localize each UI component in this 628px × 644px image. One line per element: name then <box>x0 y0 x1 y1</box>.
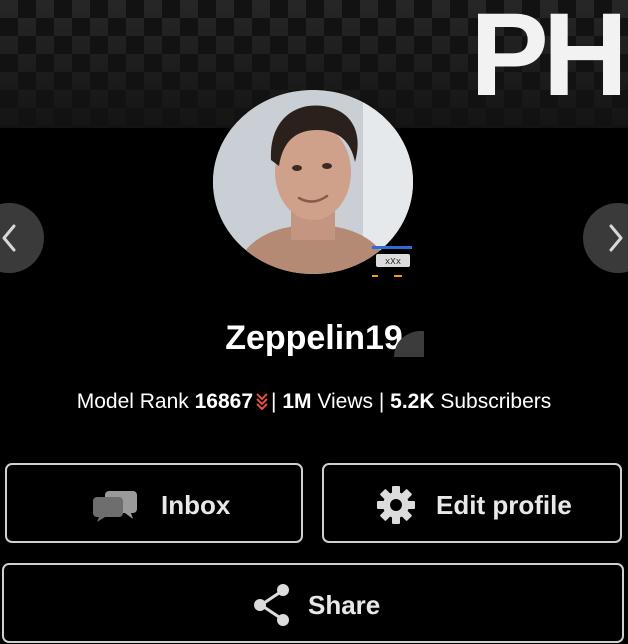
banner-logo: PH <box>470 0 628 121</box>
next-button[interactable] <box>583 203 628 273</box>
chat-bubbles-icon <box>93 491 137 522</box>
subscribers-value: 5.2K <box>390 390 435 413</box>
inbox-label: Inbox <box>161 490 231 520</box>
share-button[interactable]: Share <box>2 563 624 643</box>
username-row: Zeppelin19 <box>0 318 628 358</box>
inbox-button[interactable]: Inbox <box>5 463 303 543</box>
username: Zeppelin19 <box>225 319 403 357</box>
share-icon <box>254 584 289 626</box>
svg-text:xXx: xXx <box>385 257 401 267</box>
profile-stats: Model Rank 16867 | 1M Views | 5.2K Subsc… <box>0 389 628 415</box>
previous-button[interactable] <box>0 203 44 273</box>
rank-value: 16867 <box>194 390 254 413</box>
stats-separator: | <box>378 390 385 413</box>
gear-icon <box>377 486 415 524</box>
views-label: Views <box>317 390 374 413</box>
verified-badge-icon <box>394 331 424 357</box>
chevron-left-icon <box>2 224 16 252</box>
model-badge-icon: xXx <box>372 246 412 277</box>
views-value: 1M <box>282 390 312 413</box>
rank-label: Model Rank <box>76 390 189 413</box>
edit-profile-label: Edit profile <box>436 490 572 520</box>
chevron-right-icon <box>609 224 623 252</box>
share-label: Share <box>308 590 381 620</box>
rank-down-chevrons-icon <box>256 393 268 410</box>
edit-profile-button[interactable]: Edit profile <box>322 463 622 543</box>
subscribers-label: Subscribers <box>440 390 552 413</box>
stats-separator: | <box>271 390 277 413</box>
